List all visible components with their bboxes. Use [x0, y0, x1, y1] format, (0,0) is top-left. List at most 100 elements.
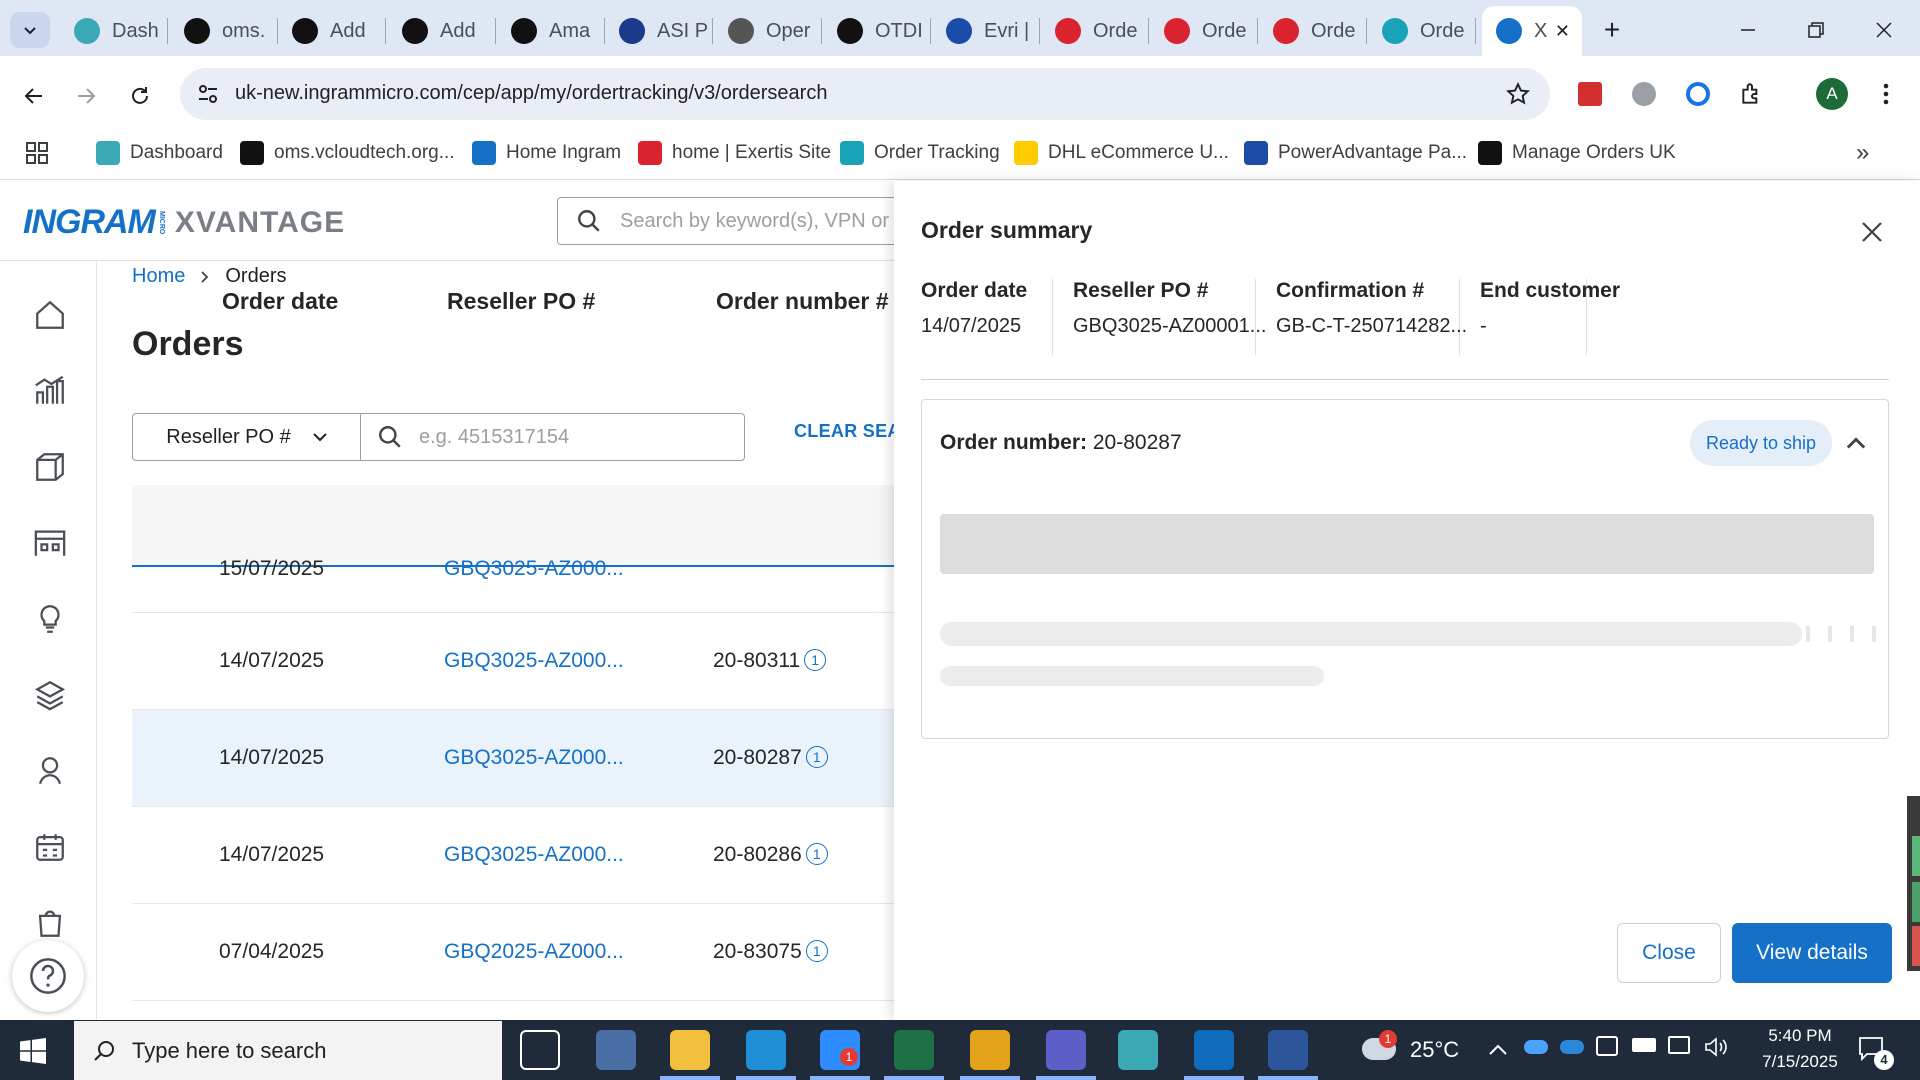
close-window-button[interactable]: [1864, 10, 1904, 50]
warehouse-icon[interactable]: [28, 521, 72, 565]
file-explorer-icon[interactable]: [670, 1030, 710, 1070]
table-row[interactable]: 14/07/2025 GBQ3025-AZ000... 20-80286 1: [132, 807, 894, 904]
box-icon[interactable]: [28, 445, 72, 489]
search-field-select[interactable]: Reseller PO #: [133, 414, 361, 460]
back-button[interactable]: [14, 76, 54, 116]
bookmark-1[interactable]: Dashboard: [96, 138, 223, 168]
new-tab-button[interactable]: +: [1592, 10, 1632, 50]
onedrive-icon[interactable]: [1524, 1040, 1548, 1054]
reload-button[interactable]: [120, 76, 160, 116]
bookmark-3[interactable]: Home Ingram: [472, 138, 621, 168]
view-details-button[interactable]: View details: [1732, 923, 1892, 983]
excel-icon[interactable]: [894, 1030, 934, 1070]
shopping-bag-icon[interactable]: [28, 901, 72, 945]
layers-icon[interactable]: [28, 673, 72, 717]
star-icon[interactable]: [1505, 81, 1531, 107]
globe-extension-icon[interactable]: [1628, 78, 1660, 110]
minimize-button[interactable]: [1728, 10, 1768, 50]
kebab-menu-icon[interactable]: [1870, 78, 1902, 110]
network-warning-icon[interactable]: [1596, 1036, 1618, 1056]
restore-button[interactable]: [1796, 10, 1836, 50]
breadcrumb-home-link[interactable]: Home: [132, 265, 185, 288]
more-bookmarks-icon[interactable]: »: [1856, 138, 1869, 168]
lightbulb-icon[interactable]: [28, 597, 72, 641]
global-search-input[interactable]: Search by keyword(s), VPN or: [557, 197, 917, 245]
table-row[interactable]: 14/07/2025 GBQ3025-AZ000... 20-80287 1: [132, 710, 894, 807]
table-row-partial[interactable]: 15/07/2025 GBQ3025-AZ000...: [132, 557, 894, 613]
extension-gear-icon[interactable]: [1682, 78, 1714, 110]
clear-search-button[interactable]: CLEAR SEARCH: [794, 421, 894, 442]
drawer-close-button[interactable]: [1854, 214, 1890, 250]
weather-temperature[interactable]: 25°C: [1410, 1037, 1459, 1063]
close-button[interactable]: Close: [1617, 923, 1721, 983]
display-icon[interactable]: [1668, 1036, 1690, 1054]
reseller-po-link[interactable]: GBQ3025-AZ000...: [444, 843, 624, 867]
bookmark-8[interactable]: Manage Orders UK: [1478, 138, 1676, 168]
column-header-order-number[interactable]: Order number #: [716, 288, 889, 315]
tab-3[interactable]: Add: [278, 6, 386, 56]
url-text[interactable]: uk-new.ingrammicro.com/cep/app/my/ordert…: [235, 82, 827, 105]
bookmark-6[interactable]: DHL eCommerce U...: [1014, 138, 1229, 168]
side-widget[interactable]: [1907, 796, 1920, 971]
puzzle-extensions-icon[interactable]: [1736, 78, 1768, 110]
tab-11[interactable]: Orde: [1150, 6, 1258, 56]
tab-7[interactable]: Oper: [714, 6, 822, 56]
teams-icon[interactable]: [1046, 1030, 1086, 1070]
task-view-icon[interactable]: [520, 1030, 560, 1070]
tab-8[interactable]: OTDI: [823, 6, 931, 56]
apps-grid-icon[interactable]: [26, 138, 48, 168]
bookmark-2[interactable]: oms.vcloudtech.org...: [240, 138, 455, 168]
support-icon[interactable]: [28, 749, 72, 793]
tab-9[interactable]: Evri |: [932, 6, 1040, 56]
home-icon[interactable]: [28, 293, 72, 337]
tab-6[interactable]: ASI P: [605, 6, 713, 56]
vpn-icon[interactable]: [1118, 1030, 1158, 1070]
chrome-icon[interactable]: [970, 1030, 1010, 1070]
tab-12[interactable]: Orde: [1259, 6, 1367, 56]
ingram-xvantage-logo[interactable]: INGRAM MICRO XVANTAGE: [23, 203, 345, 242]
calculator-icon[interactable]: [596, 1030, 636, 1070]
chevron-up-icon[interactable]: [1842, 430, 1870, 458]
column-header-order-date[interactable]: Order date: [222, 288, 338, 315]
tab-10[interactable]: Orde: [1041, 6, 1149, 56]
order-lines-count-badge[interactable]: 1: [805, 746, 828, 768]
tab-search-button[interactable]: [10, 12, 50, 48]
bookmark-5[interactable]: Order Tracking: [840, 138, 1000, 168]
omnibox[interactable]: uk-new.ingrammicro.com/cep/app/my/ordert…: [180, 68, 1550, 120]
order-lines-count-badge[interactable]: 1: [804, 649, 827, 671]
site-info-icon[interactable]: [196, 82, 220, 106]
reseller-po-link[interactable]: GBQ2025-AZ000...: [444, 940, 624, 964]
table-row[interactable]: 14/07/2025 GBQ3025-AZ000... 20-80311 1: [132, 613, 894, 710]
word-icon[interactable]: [1268, 1030, 1308, 1070]
acrobat-extension-icon[interactable]: [1574, 78, 1606, 110]
clock-date[interactable]: 7/15/2025: [1748, 1052, 1852, 1072]
tray-chevron-up-icon[interactable]: [1488, 1040, 1508, 1063]
tab-1[interactable]: Dash: [60, 6, 168, 56]
column-header-reseller-po[interactable]: Reseller PO #: [447, 288, 595, 315]
table-row[interactable]: 07/04/2025 GBQ2025-AZ000... 20-83075 1: [132, 904, 894, 1001]
bookmark-7[interactable]: PowerAdvantage Pa...: [1244, 138, 1467, 168]
edge-icon[interactable]: [746, 1030, 786, 1070]
tab-13[interactable]: Orde: [1368, 6, 1476, 56]
tab-14[interactable]: X ✕: [1482, 6, 1582, 56]
reseller-po-link[interactable]: GBQ3025-AZ000...: [444, 649, 624, 673]
windows-start-icon[interactable]: [20, 1038, 46, 1069]
order-lines-count-badge[interactable]: 1: [805, 940, 828, 962]
battery-icon[interactable]: [1632, 1038, 1656, 1052]
volume-icon[interactable]: [1704, 1036, 1728, 1064]
reseller-po-link[interactable]: GBQ3025-AZ000...: [444, 557, 624, 581]
analytics-icon[interactable]: [28, 369, 72, 413]
reseller-po-link[interactable]: GBQ3025-AZ000...: [444, 746, 624, 770]
help-button[interactable]: [12, 940, 84, 1012]
onedrive-personal-icon[interactable]: [1560, 1040, 1584, 1054]
profile-avatar[interactable]: A: [1816, 78, 1848, 110]
close-tab-icon[interactable]: ✕: [1555, 21, 1570, 42]
tab-5[interactable]: Ama: [497, 6, 605, 56]
forward-button[interactable]: [66, 76, 106, 116]
tab-2[interactable]: oms.: [170, 6, 278, 56]
outlook-icon[interactable]: [1194, 1030, 1234, 1070]
order-lines-count-badge[interactable]: 1: [805, 843, 828, 865]
taskbar-search[interactable]: Type here to search: [74, 1021, 502, 1080]
bookmark-4[interactable]: home | Exertis Site: [638, 138, 831, 168]
clock-time[interactable]: 5:40 PM: [1752, 1026, 1848, 1046]
